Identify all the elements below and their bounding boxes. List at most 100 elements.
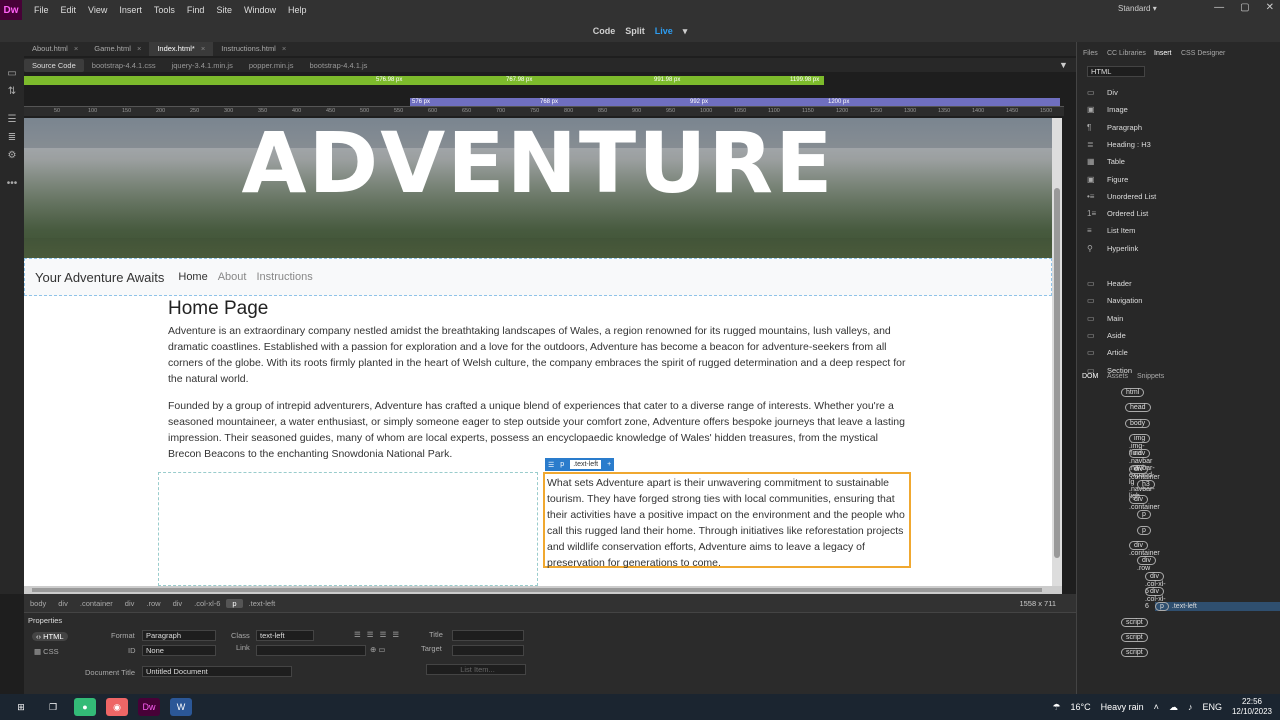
weather-icon[interactable]: ☂ bbox=[1052, 702, 1060, 713]
expand-icon[interactable]: ⇅ bbox=[6, 86, 18, 98]
paragraph-2[interactable]: Founded by a group of intrepid adventure… bbox=[168, 398, 908, 462]
tab-files[interactable]: Files bbox=[1083, 50, 1098, 57]
insert-item[interactable]: Navigation bbox=[1107, 296, 1142, 305]
mq-label[interactable]: 991.98 px bbox=[654, 76, 680, 85]
dom-node[interactable]: div.container bbox=[1129, 495, 1160, 511]
more-icon[interactable]: ••• bbox=[6, 178, 18, 190]
tag-crumb[interactable]: body bbox=[24, 599, 52, 608]
insert-item[interactable]: Header bbox=[1107, 279, 1132, 288]
close-icon[interactable]: × bbox=[201, 44, 205, 53]
insert-item[interactable]: List Item bbox=[1107, 226, 1135, 235]
selected-paragraph[interactable]: What sets Adventure apart is their unwav… bbox=[543, 472, 911, 569]
tag-crumb[interactable]: .row bbox=[140, 599, 166, 608]
close-icon[interactable]: × bbox=[74, 44, 78, 53]
code-view-button[interactable]: Code bbox=[593, 26, 616, 36]
menu-view[interactable]: View bbox=[88, 5, 107, 15]
menu-edit[interactable]: Edit bbox=[61, 5, 77, 15]
menu-help[interactable]: Help bbox=[288, 5, 307, 15]
document-icon[interactable]: ☰ bbox=[6, 114, 18, 126]
id-select[interactable]: None bbox=[142, 645, 216, 656]
related-file[interactable]: bootstrap-4.4.1.css bbox=[84, 59, 164, 72]
insert-item[interactable]: Figure bbox=[1107, 175, 1128, 184]
document-title-field[interactable]: Untitled Document bbox=[142, 666, 292, 677]
dreamweaver-taskbar-icon[interactable]: Dw bbox=[138, 698, 160, 716]
tab-snippets[interactable]: Snippets bbox=[1137, 373, 1164, 380]
settings-icon[interactable]: ⚙ bbox=[6, 150, 18, 162]
css-mode-button[interactable]: ▦ CSS bbox=[34, 647, 59, 656]
dom-node[interactable]: script bbox=[1121, 632, 1151, 642]
tab-dom[interactable]: DOM bbox=[1082, 373, 1098, 380]
insert-item[interactable]: Div bbox=[1107, 88, 1118, 97]
hud-class[interactable]: .text-left bbox=[569, 459, 603, 470]
insert-item[interactable]: Unordered List bbox=[1107, 192, 1156, 201]
close-icon[interactable]: × bbox=[282, 44, 286, 53]
tag-crumb[interactable]: .text-left bbox=[243, 599, 282, 608]
format-icon[interactable]: ≣ bbox=[6, 132, 18, 144]
mq-label[interactable]: 1199.98 px bbox=[790, 76, 819, 85]
insert-item[interactable]: Paragraph bbox=[1107, 123, 1142, 132]
tab-css-designer[interactable]: CSS Designer bbox=[1181, 50, 1225, 57]
dom-node[interactable]: h3 bbox=[1137, 479, 1158, 489]
insert-item[interactable]: Table bbox=[1107, 157, 1125, 166]
dom-node[interactable]: p bbox=[1137, 525, 1154, 535]
scroll-thumb[interactable] bbox=[32, 588, 1042, 592]
file-icon[interactable]: ▭ bbox=[6, 68, 18, 80]
window-size[interactable]: 1558 x 711 bbox=[1019, 599, 1056, 608]
tag-crumb[interactable]: .col-xl-6 bbox=[188, 599, 226, 608]
insert-item[interactable]: Aside bbox=[1107, 331, 1126, 340]
mq-label[interactable]: 576.98 px bbox=[376, 76, 402, 85]
minimize-icon[interactable]: — bbox=[1214, 2, 1224, 13]
related-file[interactable]: jquery-3.4.1.min.js bbox=[164, 59, 241, 72]
live-view-button[interactable]: Live bbox=[655, 26, 673, 36]
live-view-canvas[interactable]: ADVENTURE Your Adventure Awaits Home Abo… bbox=[24, 118, 1052, 586]
tag-crumb[interactable]: div bbox=[167, 599, 189, 608]
nav-link-about[interactable]: About bbox=[218, 271, 247, 283]
related-file[interactable]: popper.min.js bbox=[241, 59, 302, 72]
menu-find[interactable]: Find bbox=[187, 5, 205, 15]
insert-item[interactable]: Ordered List bbox=[1107, 209, 1148, 218]
dom-node[interactable]: p .text-left bbox=[1155, 602, 1280, 612]
menu-file[interactable]: File bbox=[34, 5, 49, 15]
menu-tools[interactable]: Tools bbox=[154, 5, 175, 15]
dom-node[interactable]: head bbox=[1125, 403, 1154, 413]
column-left[interactable] bbox=[158, 472, 538, 586]
paragraph-1[interactable]: Adventure is an extraordinary company ne… bbox=[168, 323, 908, 387]
element-hud[interactable]: ☰ p .text-left + bbox=[545, 458, 615, 471]
doc-tab[interactable]: About.html × bbox=[24, 42, 86, 56]
hud-add-button[interactable]: + bbox=[604, 461, 614, 468]
related-source-code[interactable]: Source Code bbox=[24, 58, 84, 72]
windows-start-icon[interactable]: ⊞ bbox=[10, 698, 32, 716]
mq-label[interactable]: 767.98 px bbox=[506, 76, 532, 85]
html-mode-button[interactable]: ‹› HTML bbox=[32, 632, 68, 641]
tag-crumb[interactable]: div bbox=[52, 599, 74, 608]
tab-cc-libraries[interactable]: CC Libraries bbox=[1107, 50, 1146, 57]
hero-image[interactable]: ADVENTURE bbox=[24, 118, 1052, 258]
dom-node[interactable]: div.container bbox=[1129, 464, 1160, 481]
tag-crumb[interactable]: div bbox=[119, 599, 141, 608]
target-field[interactable] bbox=[452, 645, 524, 656]
navbar-brand[interactable]: Your Adventure Awaits bbox=[35, 270, 164, 285]
media-query-min-bar[interactable]: 576.98 px 767.98 px 991.98 px 1199.98 px bbox=[24, 76, 824, 85]
close-icon[interactable]: ✕ bbox=[1266, 2, 1274, 13]
list-item-button[interactable]: List Item... bbox=[426, 664, 526, 675]
tab-insert[interactable]: Insert bbox=[1154, 50, 1172, 57]
word-icon[interactable]: W bbox=[170, 698, 192, 716]
hamburger-icon[interactable]: ☰ bbox=[545, 461, 557, 469]
dom-node[interactable]: script bbox=[1121, 617, 1151, 627]
chrome-icon[interactable]: ● bbox=[74, 698, 96, 716]
firefox-icon[interactable]: ◉ bbox=[106, 698, 128, 716]
dom-node[interactable]: div.row bbox=[1137, 556, 1159, 572]
scroll-thumb[interactable] bbox=[1054, 188, 1060, 558]
language-indicator[interactable]: ENG bbox=[1202, 702, 1222, 712]
filter-icon[interactable]: ▼ bbox=[1059, 60, 1068, 70]
nav-link-home[interactable]: Home bbox=[178, 271, 207, 283]
related-file[interactable]: bootstrap-4.4.1.js bbox=[301, 59, 375, 72]
menu-site[interactable]: Site bbox=[216, 5, 232, 15]
doc-tab[interactable]: Game.html × bbox=[86, 42, 149, 56]
list-format-icons[interactable]: ☰ ☰ ☰ ☰ bbox=[354, 630, 401, 639]
volume-icon[interactable]: ♪ bbox=[1188, 702, 1193, 712]
site-navbar[interactable]: Your Adventure Awaits Home About Instruc… bbox=[24, 258, 1052, 296]
vertical-scrollbar[interactable] bbox=[1052, 118, 1062, 586]
weather-condition[interactable]: Heavy rain bbox=[1101, 702, 1144, 712]
tray-chevron-icon[interactable]: ˄ bbox=[1154, 702, 1159, 712]
